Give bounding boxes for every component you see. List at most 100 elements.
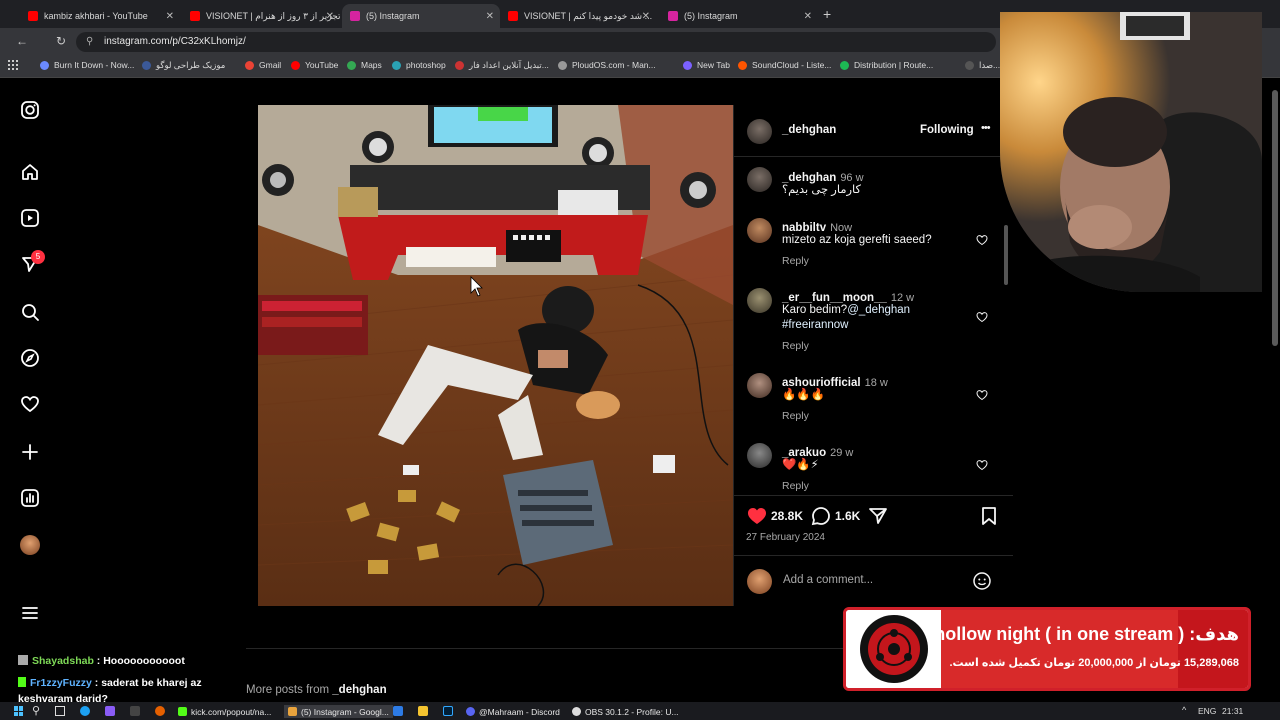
close-tab-icon[interactable]: ✕: [326, 11, 334, 22]
messages-icon[interactable]: 5: [19, 250, 45, 275]
bookmark-item[interactable]: تبدیل آنلاین اعداد فار...: [455, 60, 549, 71]
comment-avatar[interactable]: [747, 443, 772, 468]
author-username[interactable]: _dehghan: [782, 124, 836, 136]
browser-tab[interactable]: VISIONET | شد خودمو پیدا کنم ... ✕: [500, 4, 656, 28]
bookmark-item[interactable]: Gmail: [245, 60, 281, 70]
close-tab-icon[interactable]: ✕: [166, 11, 174, 22]
create-plus-icon[interactable]: [19, 441, 41, 463]
search-icon[interactable]: [19, 301, 41, 323]
webcam-overlay: [1000, 12, 1262, 292]
reply-button[interactable]: Reply: [782, 410, 809, 422]
clock[interactable]: 21:31: [1222, 706, 1243, 716]
comment-avatar[interactable]: [747, 167, 772, 192]
likes-count[interactable]: 28.8K: [771, 509, 803, 523]
language-indicator[interactable]: ENG: [1198, 706, 1216, 716]
bookmark-icon: [455, 61, 464, 70]
post-image[interactable]: [258, 105, 733, 606]
chat-username: Fr1zzyFuzzy: [30, 677, 92, 689]
edge-icon[interactable]: [80, 706, 90, 716]
app-icon[interactable]: [130, 706, 140, 716]
close-tab-icon[interactable]: ✕: [642, 11, 650, 22]
comment-text: کارمار چی بدیم؟: [782, 184, 862, 196]
browser-tab-active[interactable]: (5) Instagram ✕: [342, 4, 500, 28]
instagram-logo-icon[interactable]: [19, 99, 41, 121]
comment-icon[interactable]: [810, 505, 832, 527]
browser-tab[interactable]: (5) Instagram ✕: [660, 4, 818, 28]
back-icon[interactable]: ←: [16, 34, 28, 48]
notifications-heart-icon[interactable]: [19, 393, 41, 415]
share-icon[interactable]: [867, 505, 889, 527]
comment-like-heart-icon[interactable]: [976, 459, 988, 471]
reels-icon[interactable]: [19, 207, 41, 229]
bookmark-item[interactable]: PloudOS.com - Man...: [558, 60, 656, 70]
more-menu-icon[interactable]: [19, 602, 41, 624]
comment-like-heart-icon[interactable]: [976, 311, 988, 323]
more-posts-username[interactable]: _dehghan: [332, 684, 386, 696]
comment-text: 🔥🔥🔥: [782, 389, 825, 401]
comments-scrollbar[interactable]: [1004, 225, 1008, 285]
taskbar-window[interactable]: OBS 30.1.2 - Profile: U...: [572, 705, 679, 718]
bookmark-item[interactable]: photoshop: [392, 60, 446, 70]
bookmark-item[interactable]: Burn It Down - Now...: [40, 60, 134, 70]
following-button[interactable]: Following: [920, 124, 974, 136]
bookmark-item[interactable]: صدا...: [965, 60, 1000, 71]
close-tab-icon[interactable]: ✕: [486, 11, 494, 22]
bookmark-item[interactable]: SoundCloud - Liste...: [738, 60, 831, 70]
taskbar-search-icon[interactable]: ⚲: [32, 704, 40, 717]
bookmark-icon: [40, 60, 49, 70]
add-comment-input[interactable]: Add a comment...: [783, 574, 873, 586]
apps-grid-icon[interactable]: [8, 60, 18, 70]
bookmark-item[interactable]: YouTube: [291, 60, 338, 70]
new-tab-button[interactable]: +: [823, 6, 831, 22]
hashtag-link[interactable]: #freeirannow: [782, 319, 848, 331]
app-icon[interactable]: [105, 706, 115, 716]
tray-chevron-icon[interactable]: ^: [1182, 705, 1186, 715]
maps-icon: [347, 60, 356, 70]
start-button-icon[interactable]: [14, 706, 24, 716]
profile-avatar[interactable]: [19, 534, 41, 556]
browser-tab[interactable]: kambiz akhbari - YouTube ✕: [20, 4, 180, 28]
reload-icon[interactable]: ↻: [56, 34, 66, 48]
task-view-icon[interactable]: [55, 706, 65, 716]
taskbar-window[interactable]: @Mahraam - Discord: [466, 705, 560, 718]
comment-avatar[interactable]: [747, 218, 772, 243]
post-detail-panel: _dehghan Following ••• _dehghan 96 w کارم…: [733, 105, 1013, 606]
bookmark-item[interactable]: Maps: [347, 60, 382, 70]
app-icon[interactable]: [393, 706, 403, 716]
app-icon[interactable]: [418, 706, 428, 716]
emoji-icon[interactable]: [972, 571, 992, 591]
sharingan-logo-icon: [846, 610, 941, 688]
comment-avatar[interactable]: [747, 288, 772, 313]
more-options-icon[interactable]: •••: [981, 122, 991, 134]
taskbar-window[interactable]: kick.com/popout/na...: [178, 705, 271, 718]
bookmark-item[interactable]: موزیک طراحی لوگو: [142, 60, 225, 71]
comment-like-heart-icon[interactable]: [976, 389, 988, 401]
site-info-icon[interactable]: ⚲: [86, 36, 93, 47]
bookmark-item[interactable]: Distribution | Route...: [840, 60, 933, 70]
explore-icon[interactable]: [19, 347, 41, 369]
chat-badge-icon: [18, 677, 26, 687]
page-scrollbar[interactable]: [1272, 90, 1278, 346]
close-tab-icon[interactable]: ✕: [804, 11, 812, 22]
url-field[interactable]: ⚲ instagram.com/p/C32xKLhomjz/: [76, 32, 996, 52]
author-avatar[interactable]: [747, 119, 772, 144]
home-icon[interactable]: [19, 161, 41, 183]
comments-count[interactable]: 1.6K: [835, 509, 860, 523]
mention-link[interactable]: @_dehghan: [847, 304, 910, 316]
notification-badge: 5: [31, 250, 45, 264]
comment-like-heart-icon[interactable]: [976, 234, 988, 246]
reply-button[interactable]: Reply: [782, 480, 809, 492]
comment-time: 18 w: [864, 377, 888, 389]
reply-button[interactable]: Reply: [782, 255, 809, 267]
dashboard-icon[interactable]: [19, 487, 41, 509]
like-heart-icon[interactable]: [746, 505, 768, 527]
firefox-icon[interactable]: [155, 706, 165, 716]
reply-button[interactable]: Reply: [782, 340, 809, 352]
chat-username: Shayadshab: [32, 655, 94, 667]
bookmark-item[interactable]: New Tab: [683, 60, 730, 70]
photoshop-icon[interactable]: [443, 706, 453, 716]
browser-tab[interactable]: VISIONET | تجزیر از ۳ روز از هنرام ✕: [182, 4, 340, 28]
comment-avatar[interactable]: [747, 373, 772, 398]
taskbar-window-active[interactable]: (5) Instagram - Googl...: [284, 705, 393, 718]
save-bookmark-icon[interactable]: [978, 505, 1000, 527]
